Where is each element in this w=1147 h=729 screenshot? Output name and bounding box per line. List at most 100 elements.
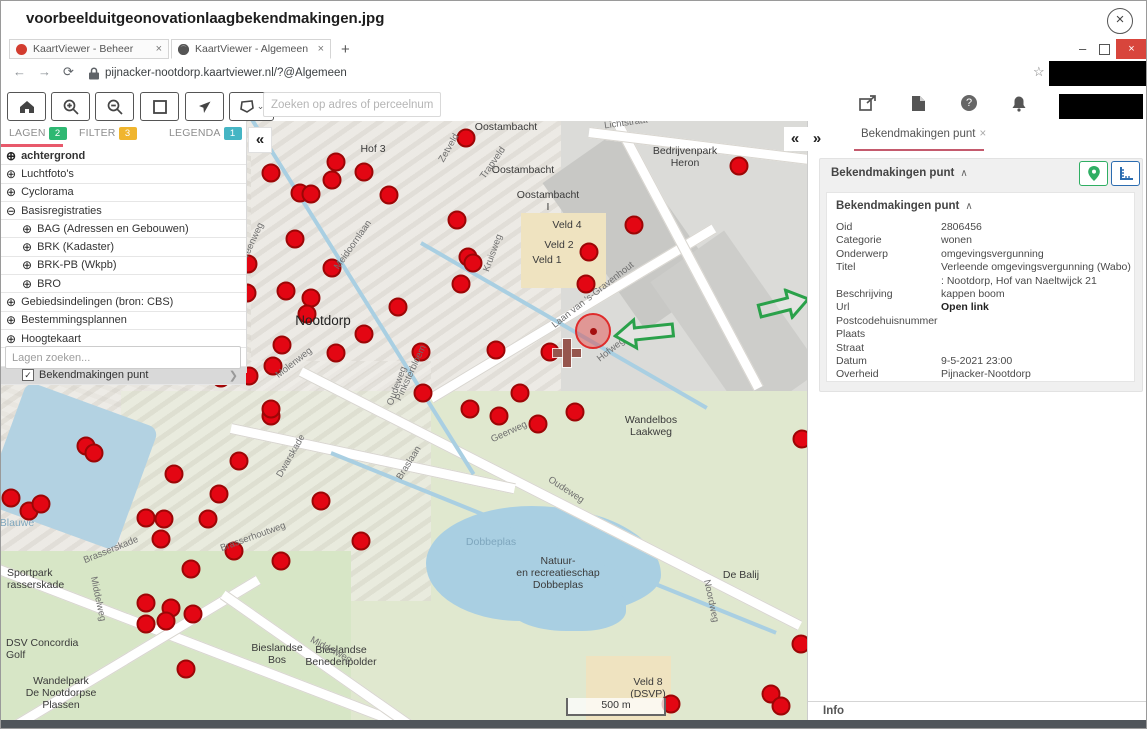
back-icon[interactable]: ← — [13, 64, 26, 79]
announcement-point[interactable] — [157, 612, 176, 631]
announcement-point[interactable] — [566, 403, 585, 422]
layer-checkbox[interactable]: ✓ — [22, 369, 34, 381]
announcement-point[interactable] — [792, 635, 808, 654]
announcement-point[interactable] — [85, 444, 104, 463]
expand-node-icon[interactable]: ⊕ — [6, 186, 16, 198]
announcement-point[interactable] — [327, 153, 346, 172]
announcement-point[interactable] — [152, 530, 171, 549]
announcement-point[interactable] — [262, 164, 281, 183]
reload-icon[interactable]: ⟳ — [63, 64, 74, 80]
panel-tab-close-icon[interactable]: × — [979, 128, 986, 140]
measure-button[interactable] — [1111, 161, 1140, 186]
announcement-point[interactable] — [230, 452, 249, 471]
collapse-node-icon[interactable]: ⊖ — [6, 205, 16, 217]
announcement-point[interactable] — [580, 243, 599, 262]
feature-group-title[interactable]: Bekendmakingen punt∧ — [831, 167, 968, 179]
announcement-point[interactable] — [165, 465, 184, 484]
tab-legenda[interactable]: LEGENDA1 — [169, 127, 242, 140]
zoom-in-button[interactable] — [51, 92, 90, 121]
layer-row-brk-pb-wkpb-[interactable]: ⊕BRK-PB (Wkpb) — [1, 257, 246, 275]
announcement-point[interactable] — [298, 305, 317, 324]
help-button[interactable]: ? — [961, 95, 977, 111]
announcement-point[interactable] — [184, 605, 203, 624]
browser-tab-beheer[interactable]: KaartViewer - Beheer × — [9, 39, 169, 59]
layer-row-bag-adressen-en-gebouwen-[interactable]: ⊕BAG (Adressen en Gebouwen) — [1, 220, 246, 238]
forward-icon[interactable]: → — [38, 64, 51, 79]
expand-node-icon[interactable]: ⊕ — [22, 223, 32, 235]
announcement-point[interactable] — [464, 254, 483, 273]
announcement-point[interactable] — [137, 615, 156, 634]
layer-row-luchtfoto-s[interactable]: ⊕Luchtfoto's — [1, 165, 246, 183]
announcement-point[interactable] — [327, 344, 346, 363]
expand-node-icon[interactable]: ⊕ — [6, 333, 16, 345]
tab-close-icon[interactable]: × — [156, 43, 162, 55]
announcement-point[interactable] — [380, 186, 399, 205]
layer-row-brk-kadaster-[interactable]: ⊕BRK (Kadaster) — [1, 238, 246, 256]
window-minimize-button[interactable]: – — [1079, 41, 1086, 56]
announcement-point[interactable] — [312, 492, 331, 511]
geolocate-button[interactable] — [185, 92, 224, 121]
announcement-point[interactable] — [389, 298, 408, 317]
announcement-point[interactable] — [32, 495, 51, 514]
announcement-point[interactable] — [529, 415, 548, 434]
zoom-out-button[interactable] — [95, 92, 134, 121]
layer-search-input[interactable] — [5, 346, 241, 369]
announcement-point[interactable] — [511, 384, 530, 403]
zoom-extent-button[interactable] — [140, 92, 179, 121]
announcement-point[interactable] — [490, 407, 509, 426]
expand-node-icon[interactable]: ⊕ — [22, 241, 32, 253]
lightbox-close-icon[interactable]: × — [1107, 8, 1133, 34]
layer-row-cyclorama[interactable]: ⊕Cyclorama — [1, 184, 246, 202]
announcement-point[interactable] — [461, 400, 480, 419]
announcement-point[interactable] — [137, 594, 156, 613]
expand-node-icon[interactable]: ⊕ — [6, 296, 16, 308]
announcement-point[interactable] — [577, 275, 596, 294]
zoom-to-feature-button[interactable] — [1079, 161, 1108, 186]
announcement-point[interactable] — [355, 325, 374, 344]
tab-filter[interactable]: FILTER3 — [79, 127, 137, 140]
announcement-point[interactable] — [730, 157, 749, 176]
expand-node-icon[interactable]: ⊕ — [6, 314, 16, 326]
announcement-point[interactable] — [448, 211, 467, 230]
announcement-point[interactable] — [272, 552, 291, 571]
announcement-point[interactable] — [155, 510, 174, 529]
announcement-point[interactable] — [199, 510, 218, 529]
announcement-point[interactable] — [487, 341, 506, 360]
announcement-point[interactable] — [323, 171, 342, 190]
redline-button[interactable] — [859, 95, 877, 117]
tab-close-icon[interactable]: × — [318, 43, 324, 55]
new-tab-button[interactable]: + — [341, 41, 350, 58]
notifications-button[interactable] — [1011, 95, 1027, 117]
panel-expand-button[interactable]: » — [806, 127, 828, 151]
announcement-point[interactable] — [286, 230, 305, 249]
announcement-point[interactable] — [323, 259, 342, 278]
layer-row-bestemmingsplannen[interactable]: ⊕Bestemmingsplannen — [1, 312, 246, 330]
layer-options-icon[interactable]: ❯ — [229, 369, 238, 382]
layer-row-gebiedsindelingen-bron-cbs-[interactable]: ⊕Gebiedsindelingen (bron: CBS) — [1, 293, 246, 311]
announcement-point[interactable] — [177, 660, 196, 679]
announcement-point[interactable] — [264, 357, 283, 376]
layer-row-bro[interactable]: ⊕BRO — [1, 275, 246, 293]
tab-lagen[interactable]: LAGEN2 — [9, 127, 67, 140]
address-search-input[interactable] — [263, 92, 441, 117]
announcement-point[interactable] — [452, 275, 471, 294]
expand-node-icon[interactable]: ⊕ — [22, 278, 32, 290]
layer-row-bekendmakingen-punt[interactable]: ✓Bekendmakingen punt❯ — [1, 367, 246, 385]
expand-node-icon[interactable]: ⊕ — [6, 150, 16, 162]
layer-row-achtergrond[interactable]: ⊕achtergrond — [1, 147, 246, 165]
announcement-point[interactable] — [225, 542, 244, 561]
selected-announcement-point[interactable] — [575, 313, 611, 349]
bookmark-star-icon[interactable]: ☆ — [1033, 64, 1045, 80]
panel-tab-bekendmakingen-punt[interactable]: Bekendmakingen punt× — [861, 128, 986, 140]
expand-node-icon[interactable]: ⊕ — [6, 168, 16, 180]
panel-collapse-button[interactable]: « — [784, 127, 806, 151]
home-button[interactable] — [7, 92, 46, 121]
expand-node-icon[interactable]: ⊕ — [22, 259, 32, 271]
feature-detail-title[interactable]: Bekendmakingen punt∧ — [836, 200, 973, 212]
announcement-point[interactable] — [137, 509, 156, 528]
announcement-point[interactable] — [793, 430, 808, 449]
sidebar-collapse-button[interactable]: « — [248, 127, 272, 153]
announcement-point[interactable] — [625, 216, 644, 235]
announcement-point[interactable] — [412, 343, 431, 362]
browser-tab-algemeen[interactable]: KaartViewer - Algemeen × — [171, 39, 331, 59]
